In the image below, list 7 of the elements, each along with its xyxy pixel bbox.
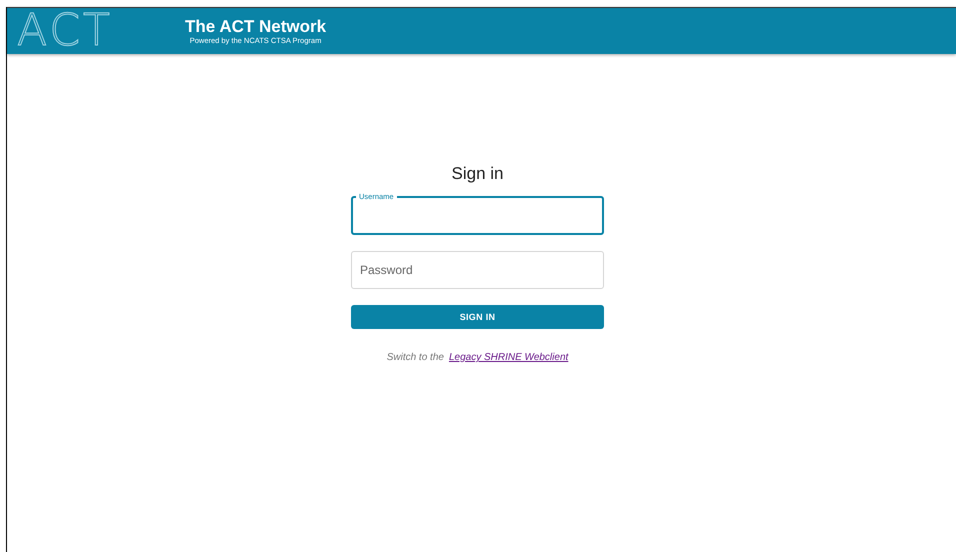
switch-text: Switch to the <box>386 352 444 363</box>
password-field[interactable]: Password <box>351 251 604 289</box>
sign-in-heading: Sign in <box>452 164 504 184</box>
act-logo: ACT <box>17 9 114 53</box>
sign-in-button[interactable]: SIGN IN <box>351 305 604 329</box>
legacy-webclient-link[interactable]: Legacy SHRINE Webclient <box>448 352 568 363</box>
site-title: The ACT Network <box>185 16 326 36</box>
